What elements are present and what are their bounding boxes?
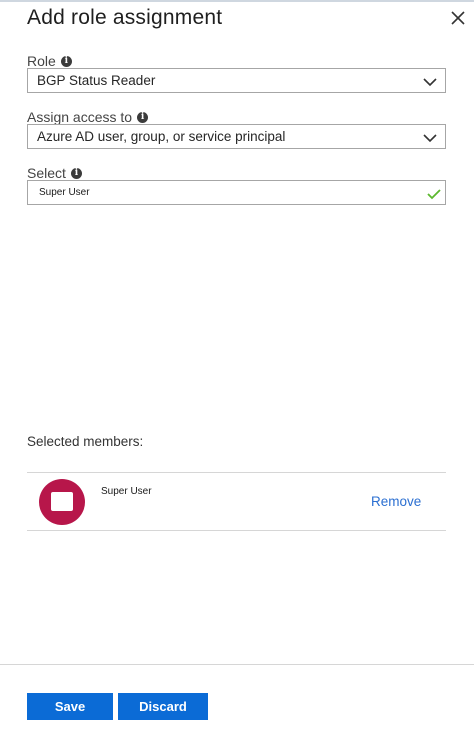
save-button[interactable]: Save <box>27 693 113 720</box>
assign-access-dropdown-value: Azure AD user, group, or service princip… <box>37 129 286 144</box>
chevron-down-icon <box>423 75 437 93</box>
chevron-down-icon <box>423 131 437 149</box>
role-dropdown-value: BGP Status Reader <box>37 73 156 88</box>
member-name: Super User <box>101 486 152 497</box>
info-icon[interactable]: i <box>70 167 82 179</box>
panel-title: Add role assignment <box>27 6 223 29</box>
role-dropdown[interactable]: BGP Status Reader <box>27 68 446 93</box>
info-icon[interactable]: i <box>137 111 149 123</box>
select-label-group: Select i <box>27 165 82 181</box>
assign-access-dropdown[interactable]: Azure AD user, group, or service princip… <box>27 124 446 149</box>
footer-divider <box>0 664 474 665</box>
select-label: Select <box>27 165 66 181</box>
members-divider-top <box>27 472 446 473</box>
role-label-group: Role i <box>27 53 72 69</box>
remove-member-link[interactable]: Remove <box>371 494 421 509</box>
panel-top-border <box>0 0 474 2</box>
selected-members-label: Selected members: <box>27 434 144 449</box>
select-member-input-value: Super User <box>39 187 90 198</box>
info-icon[interactable]: i <box>60 55 72 67</box>
select-member-input[interactable]: Super User <box>27 180 446 205</box>
members-divider-bottom <box>27 530 446 531</box>
role-label: Role <box>27 53 56 69</box>
assign-access-label: Assign access to <box>27 109 133 125</box>
checkmark-icon <box>427 187 441 205</box>
avatar <box>39 479 85 525</box>
assign-access-label-group: Assign access to i <box>27 109 149 125</box>
user-icon <box>51 492 73 511</box>
close-icon[interactable] <box>448 8 468 28</box>
discard-button[interactable]: Discard <box>118 693 208 720</box>
